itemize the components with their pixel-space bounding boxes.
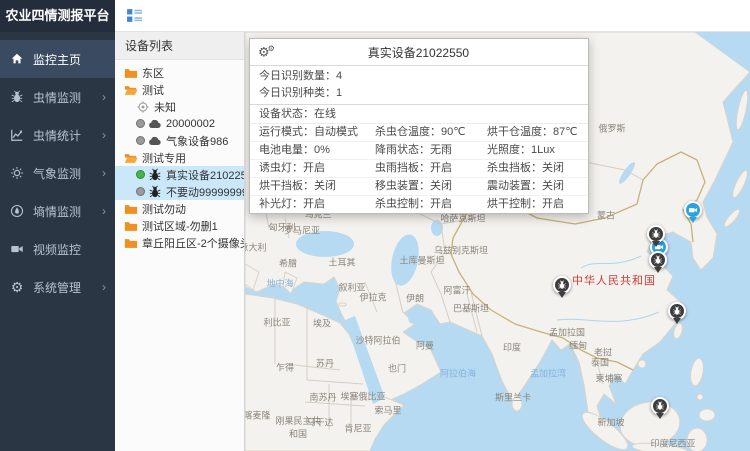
status-dot-offline — [136, 187, 145, 196]
weather-cloud-icon — [148, 134, 162, 148]
tree-device-20000002[interactable]: 20000002 — [115, 115, 244, 132]
param-cell: 补光灯：开启 — [250, 196, 366, 213]
sidebar-item-insect-monitor[interactable]: 虫情监测 › — [0, 78, 115, 116]
param-cell: 诱虫灯：开启 — [250, 160, 366, 178]
status-dot-offline — [136, 119, 145, 128]
insect-icon — [655, 401, 665, 411]
insect-icon — [148, 185, 162, 199]
insect-device-marker[interactable] — [649, 251, 667, 277]
popup-today-stats: 今日识别数量：4 今日识别种类：1 — [250, 66, 588, 105]
weather-cloud-icon — [148, 117, 162, 131]
sidebar: 农业四情测报平台 监控主页 虫情监测 › 虫情统计 › 气象监测 › 墒情监测 … — [0, 0, 115, 451]
folder-icon — [124, 202, 138, 216]
sidebar-item-video-monitor[interactable]: 视频监控 — [0, 230, 115, 268]
insect-device-marker[interactable] — [668, 302, 686, 328]
camera-marker[interactable] — [684, 201, 702, 227]
today-identified-species: 今日识别种类：1 — [250, 85, 588, 102]
sidebar-item-label: 系统管理 — [33, 279, 100, 296]
param-cell: 虫雨挡板：开启 — [366, 160, 478, 178]
folder-icon — [124, 219, 138, 233]
param-cell: 电池电量：0% — [250, 142, 366, 160]
device-params-grid: 运行模式：自动模式 杀虫仓温度：90℃ 烘干仓温度：87℃ 电池电量：0% 降雨… — [250, 124, 588, 213]
device-list-title: 设备列表 — [115, 32, 244, 60]
insect-device-marker[interactable] — [647, 225, 665, 251]
sidebar-item-label: 虫情统计 — [33, 127, 100, 144]
insect-icon — [557, 280, 567, 290]
sidebar-item-label: 气象监测 — [33, 165, 100, 182]
app-title: 农业四情测报平台 — [0, 0, 115, 32]
param-cell: 运行模式：自动模式 — [250, 124, 366, 142]
param-cell: 烘干挡板：关闭 — [250, 178, 366, 196]
tree-device-weather-986[interactable]: 气象设备986 — [115, 132, 244, 149]
folder-open-icon — [124, 151, 138, 165]
tree-device-unknown[interactable]: 未知 — [115, 98, 244, 115]
sidebar-item-soil-moisture-monitor[interactable]: 墒情监测 › — [0, 192, 115, 230]
device-info-popup: ⚙⚙ 真实设备21022550 今日识别数量：4 今日识别种类：1 设备状态：在… — [249, 38, 589, 214]
device-tree: 东区 测试 未知 20000002 气象设备986 测试专用 真实设备21022… — [115, 60, 244, 255]
folder-icon — [124, 236, 138, 250]
insect-icon — [148, 168, 162, 182]
param-cell: 光照度：1Lux — [478, 142, 588, 160]
tree-folder-ceshi-quyu[interactable]: 测试区域-勿删1 — [115, 217, 244, 234]
sidebar-item-label: 视频监控 — [33, 241, 106, 258]
tree-folder-zhangqiu[interactable]: 章丘阳丘区-2个摄像头 — [115, 234, 244, 251]
popup-device-title: 真实设备21022550 — [275, 44, 562, 61]
insect-device-marker[interactable] — [553, 276, 571, 302]
tree-folder-ceshi[interactable]: 测试 — [115, 81, 244, 98]
device-status-line: 设备状态：在线 — [250, 105, 588, 124]
sidebar-item-insect-stats[interactable]: 虫情统计 › — [0, 116, 115, 154]
param-cell: 移虫装置：关闭 — [366, 178, 478, 196]
tree-folder-dongqu[interactable]: 东区 — [115, 64, 244, 81]
tree-device-donttouch[interactable]: 不要动99999999 — [115, 183, 244, 200]
map-canvas[interactable]: 俄罗斯 蒙古 中华人民共和国 哈萨克斯坦 乌克兰 捷克 匈牙利 罗马尼亚 意大利… — [245, 32, 750, 451]
param-cell: 降雨状态：无雨 — [366, 142, 478, 160]
folder-icon — [124, 66, 138, 80]
sidebar-item-weather-monitor[interactable]: 气象监测 › — [0, 154, 115, 192]
sidebar-item-label: 墒情监测 — [33, 203, 100, 220]
video-icon — [9, 241, 25, 257]
camera-icon — [688, 205, 698, 215]
folder-open-icon — [124, 83, 138, 97]
status-dot-online — [136, 170, 145, 179]
location-target-icon — [136, 100, 150, 114]
sun-icon — [9, 165, 25, 181]
chevron-right-icon: › — [102, 204, 106, 218]
sidebar-item-system-settings[interactable]: ⚙ 系统管理 › — [0, 268, 115, 306]
param-cell: 烘干控制：开启 — [478, 196, 588, 213]
chevron-right-icon: › — [102, 166, 106, 180]
chevron-right-icon: › — [102, 280, 106, 294]
chevron-right-icon: › — [102, 128, 106, 142]
insect-icon — [672, 306, 682, 316]
gear-icon: ⚙ — [9, 279, 25, 295]
chart-icon — [9, 127, 25, 143]
soil-moisture-icon — [9, 203, 25, 219]
sidebar-item-monitor-home[interactable]: 监控主页 — [0, 40, 115, 78]
param-cell: 震动装置：关闭 — [478, 178, 588, 196]
tree-device-real-21022550[interactable]: 真实设备21022550 — [115, 166, 244, 183]
sidebar-item-label: 监控主页 — [33, 51, 106, 68]
home-icon — [9, 51, 25, 67]
settings-gears-icon[interactable]: ⚙⚙ — [258, 45, 275, 58]
param-cell: 烘干仓温度：87℃ — [478, 124, 588, 142]
insect-icon — [653, 255, 663, 265]
bug-icon — [9, 89, 25, 105]
popup-header: ⚙⚙ 真实设备21022550 — [250, 39, 588, 66]
sidebar-item-label: 虫情监测 — [33, 89, 100, 106]
chevron-right-icon: › — [102, 90, 106, 104]
param-cell: 杀虫仓温度：90℃ — [366, 124, 478, 142]
param-cell: 杀虫控制：开启 — [366, 196, 478, 213]
today-identified-count: 今日识别数量：4 — [250, 68, 588, 85]
device-tree-toggle-icon[interactable] — [126, 7, 143, 24]
sidebar-menu: 监控主页 虫情监测 › 虫情统计 › 气象监测 › 墒情监测 › 视频监控 ⚙ — [0, 32, 115, 306]
tree-folder-ceshi-wudong[interactable]: 测试勿动 — [115, 200, 244, 217]
insect-icon — [651, 229, 661, 239]
param-cell: 杀虫挡板：关闭 — [478, 160, 588, 178]
insect-device-marker[interactable] — [651, 397, 669, 423]
device-list-panel: 设备列表 东区 测试 未知 20000002 气象设备986 测试专用 — [115, 32, 245, 451]
status-dot-offline — [136, 136, 145, 145]
topbar — [115, 0, 750, 32]
tree-folder-ceshi-zhuanyong[interactable]: 测试专用 — [115, 149, 244, 166]
